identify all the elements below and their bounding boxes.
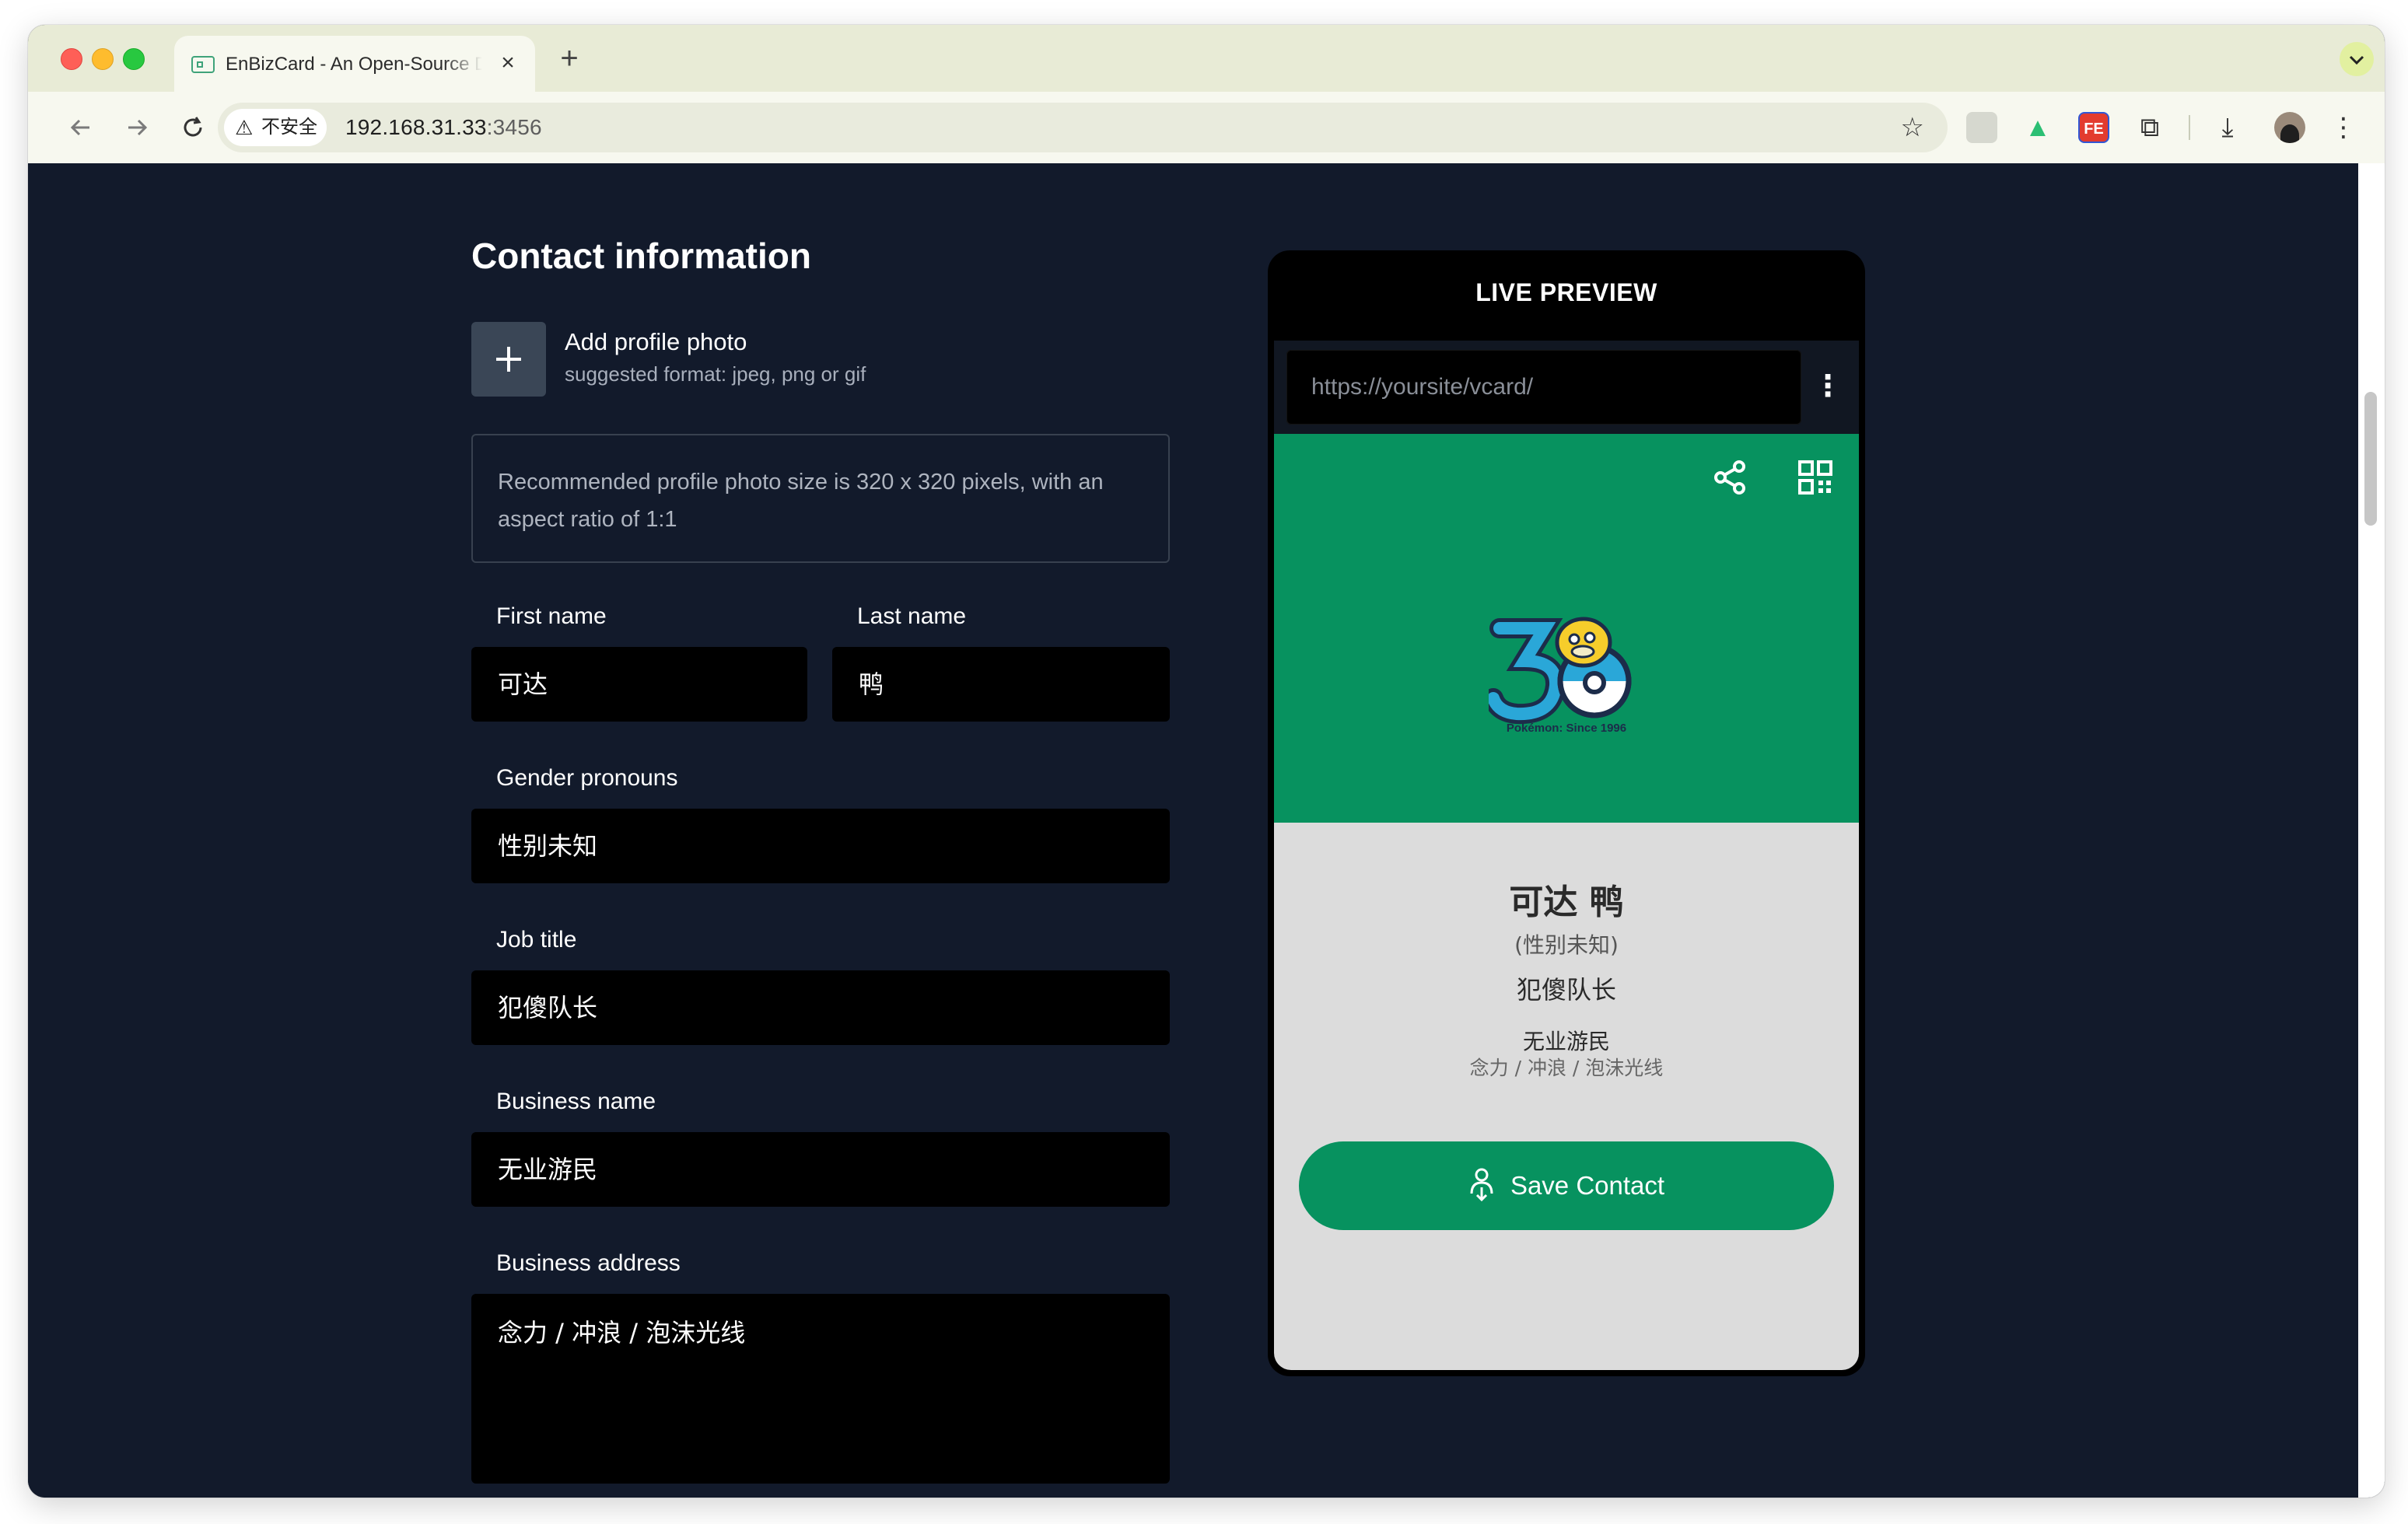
business-name-input[interactable]: 无业游民 <box>471 1132 1170 1207</box>
business-address-textarea[interactable]: 念力 / 冲浪 / 泡沫光线 <box>471 1294 1170 1484</box>
tab-strip: EnBizCard - An Open-Source Digital Busin… <box>28 25 2385 92</box>
live-preview-title: LIVE PREVIEW <box>1475 278 1657 306</box>
business-name-label: Business name <box>496 1089 656 1114</box>
chevron-down-icon <box>2349 55 2364 65</box>
profile-avatar[interactable] <box>2274 112 2305 143</box>
live-preview-panel: LIVE PREVIEW https://yoursite/vcard/ ⋮ P… <box>1268 250 1865 1376</box>
puzzle-extensions-icon[interactable]: ⧉ <box>2134 112 2165 143</box>
forward-button[interactable] <box>118 109 156 146</box>
photo-size-note: Recommended profile photo size is 320 x … <box>471 434 1170 563</box>
last-name-input[interactable]: 鸭 <box>832 647 1170 722</box>
card-business-name: 无业游民 <box>1522 1029 1610 1054</box>
url-port: :3456 <box>486 115 542 139</box>
preview-url-input[interactable]: https://yoursite/vcard/ <box>1286 350 1801 425</box>
tab-close-button[interactable]: × <box>495 50 521 76</box>
first-name-input[interactable]: 可达 <box>471 647 807 722</box>
maximize-window-button[interactable] <box>123 48 145 70</box>
add-photo-label: Add profile photo <box>565 328 747 355</box>
address-bar[interactable]: ⚠ 不安全 192.168.31.33:3456 ☆ <box>218 103 1948 152</box>
logo-caption: Pokémon: Since 1996 <box>1506 722 1627 735</box>
minimize-window-button[interactable] <box>92 48 114 70</box>
back-button[interactable] <box>62 109 100 146</box>
person-download-icon <box>1470 1168 1493 1202</box>
save-contact-label: Save Contact <box>1510 1171 1665 1200</box>
reload-icon <box>184 117 202 137</box>
browser-menu-icon[interactable]: ⋮ <box>2330 110 2357 145</box>
url-text[interactable]: 192.168.31.33:3456 <box>345 115 542 140</box>
card-pronouns: (性别未知) <box>1514 932 1619 958</box>
browser-window: EnBizCard - An Open-Source Digital Busin… <box>28 25 2385 1498</box>
add-photo-button[interactable] <box>471 322 546 397</box>
nuxt-extension-icon[interactable]: ▲ <box>2022 112 2053 143</box>
favicon-icon <box>191 56 215 73</box>
page-scrollbar[interactable] <box>2358 163 2385 1498</box>
form-title: Contact information <box>471 236 811 276</box>
tab-title: EnBizCard - An Open-Source Digital Busin… <box>226 54 482 75</box>
tab-enbizcard[interactable]: EnBizCard - An Open-Source Digital Busin… <box>174 36 535 92</box>
browser-toolbar: ⚠ 不安全 192.168.31.33:3456 ☆ ▲ FE ⧉ ⤓ ⋮ <box>28 92 2385 164</box>
plus-icon <box>496 347 521 372</box>
new-tab-button[interactable]: + <box>554 43 585 75</box>
business-address-label: Business address <box>496 1250 681 1276</box>
share-icon[interactable] <box>1710 457 1750 498</box>
pronouns-input[interactable]: 性别未知 <box>471 809 1170 883</box>
scrollbar-thumb[interactable] <box>2364 392 2377 526</box>
add-photo-hint: suggested format: jpeg, png or gif <box>565 362 866 386</box>
arrow-left-icon <box>70 119 89 136</box>
card-body: 可达 鸭 (性别未知) 犯傻队长 无业游民 念力 / 冲浪 / 泡沫光线 Sav… <box>1274 823 1859 1370</box>
toolbar-divider <box>2189 115 2190 140</box>
tab-search-button[interactable] <box>2340 42 2374 76</box>
preview-url-bar: https://yoursite/vcard/ <box>1274 341 1859 434</box>
company-logo: Pokémon: Since 1996 <box>1483 605 1644 737</box>
close-window-button[interactable] <box>61 48 82 70</box>
save-contact-button[interactable]: Save Contact <box>1299 1141 1834 1230</box>
page-content: Contact information Add profile photo su… <box>28 163 2358 1498</box>
more-options-icon[interactable]: ⋮ <box>1812 367 1843 409</box>
url-host: 192.168.31.33 <box>345 115 487 139</box>
extension-icon[interactable] <box>1966 112 1997 143</box>
card-business-address: 念力 / 冲浪 / 泡沫光线 <box>1469 1057 1664 1079</box>
feed-extension-icon[interactable]: FE <box>2078 112 2109 143</box>
card-header: Pokémon: Since 1996 <box>1274 434 1859 823</box>
job-title-input[interactable]: 犯傻队长 <box>471 970 1170 1045</box>
card-name: 可达 鸭 <box>1509 883 1624 922</box>
security-indicator[interactable]: ⚠ 不安全 <box>224 109 327 146</box>
first-name-label: First name <box>496 603 607 629</box>
last-name-label: Last name <box>857 603 967 629</box>
download-icon[interactable]: ⤓ <box>2212 112 2243 143</box>
insecure-label: 不安全 <box>261 117 317 138</box>
bookmark-star-icon[interactable]: ☆ <box>1901 112 1924 143</box>
reload-button[interactable] <box>174 109 212 146</box>
pokemon-30-logo <box>1483 617 1632 725</box>
qr-code-icon[interactable] <box>1795 457 1836 498</box>
card-job-title: 犯傻队长 <box>1516 975 1616 1005</box>
job-title-label: Job title <box>496 927 577 952</box>
arrow-right-icon <box>128 119 148 136</box>
warning-icon: ⚠ <box>235 116 254 139</box>
pronouns-label: Gender pronouns <box>496 765 678 791</box>
